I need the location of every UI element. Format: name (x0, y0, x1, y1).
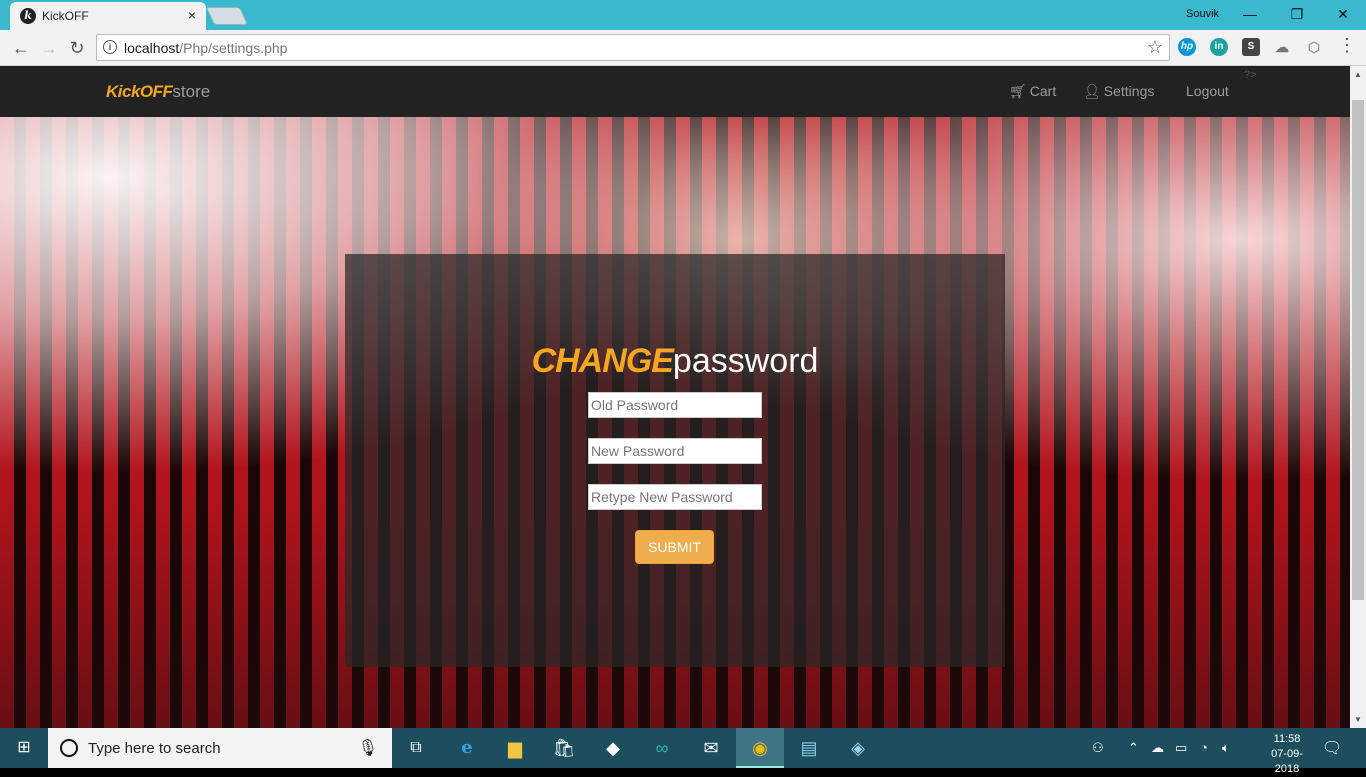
mail-icon[interactable]: ✉︎ (687, 728, 735, 768)
url-text: localhost/Php/settings.php (124, 40, 287, 56)
volume-icon[interactable]: 🔈︎ (1222, 740, 1230, 756)
title-light: password (672, 342, 819, 380)
arduino-icon[interactable]: ∞ (638, 728, 686, 768)
cortana-icon (60, 739, 78, 757)
brand-strong: KickOFF (106, 82, 173, 101)
microphone-icon[interactable]: 🎙︎ (358, 738, 378, 758)
url-path: /Php/settings.php (179, 40, 288, 56)
bookmark-star-icon[interactable]: ☆ (1147, 37, 1163, 58)
stray-php-text: ?> (1244, 69, 1257, 81)
browser-title-bar: k KickOFF × Souvik — ❐ ✕ (0, 0, 1366, 30)
panel-title: CHANGEpassword (345, 342, 1005, 381)
back-arrow-icon[interactable]: ← (10, 37, 32, 59)
tab-title: KickOFF (42, 9, 89, 23)
notification-icon[interactable]: 🗨︎ (1322, 738, 1342, 758)
s-extension-icon[interactable]: S (1242, 38, 1260, 56)
store-icon[interactable]: 🛍︎ (540, 728, 588, 768)
address-bar[interactable]: i localhost/Php/settings.php ☆ (96, 34, 1170, 61)
notepad-icon[interactable]: ▤ (785, 728, 833, 768)
nav-logout[interactable]: Logout (1186, 83, 1229, 99)
taskbar-search[interactable]: Type here to search 🎙︎ (48, 728, 392, 768)
onedrive-icon[interactable]: ☁ (1151, 740, 1164, 756)
chrome-icon[interactable]: ◉ (736, 728, 784, 768)
user-icon: 👤︎ (1083, 83, 1101, 99)
nav-settings[interactable]: 👤︎ Settings (1083, 83, 1154, 100)
title-strong: CHANGE (531, 342, 674, 380)
scroll-up-icon[interactable]: ▲ (1350, 66, 1366, 83)
cart-icon: 🛒︎ (1009, 83, 1027, 99)
old-password-field[interactable] (588, 392, 762, 418)
info-icon[interactable]: i (103, 40, 117, 54)
retype-password-field[interactable] (588, 484, 762, 510)
change-password-panel: CHANGEpassword SUBMIT (345, 254, 1005, 667)
new-password-field[interactable] (588, 438, 762, 464)
forward-arrow-icon[interactable]: → (38, 37, 60, 59)
browser-toolbar: ← → ↻ i localhost/Php/settings.php ☆ hp … (0, 30, 1366, 66)
hp-icon[interactable]: hp (1178, 38, 1196, 56)
taskbar-search-text: Type here to search (88, 740, 221, 757)
site-navbar: KickOFFstore 🛒︎ Cart 👤︎ Settings Logout ?> (0, 66, 1350, 117)
cube-extension-icon[interactable]: ⬡ (1305, 38, 1323, 56)
clock-time: 11:58 (1273, 733, 1301, 745)
nav-logout-label: Logout (1186, 83, 1229, 99)
linkedin-extension-icon[interactable]: in (1210, 38, 1228, 56)
minimize-icon[interactable]: — (1238, 4, 1262, 24)
brand-logo[interactable]: KickOFFstore (106, 82, 210, 102)
browser-tab[interactable]: k KickOFF × (10, 2, 206, 30)
scroll-thumb[interactable] (1352, 100, 1364, 600)
wifi-icon[interactable]: ◔ (1200, 740, 1208, 755)
windows-start-icon[interactable]: ⊞ (0, 728, 48, 768)
nav-settings-label: Settings (1103, 83, 1155, 99)
new-tab-button[interactable] (205, 7, 249, 25)
submit-button[interactable]: SUBMIT (635, 530, 714, 564)
page-scrollbar[interactable]: ▲ ▼ (1350, 66, 1366, 728)
reload-icon[interactable]: ↻ (66, 37, 88, 59)
brand-light: store (172, 82, 211, 101)
url-host: localhost (124, 40, 180, 56)
cube-app-icon[interactable]: ◈ (834, 728, 882, 768)
taskbar-clock[interactable]: 11:58 07-09-2018 (1262, 732, 1312, 777)
nav-cart-label: Cart (1029, 83, 1057, 99)
nav-cart[interactable]: 🛒︎ Cart (1009, 83, 1056, 100)
clock-date: 07-09-2018 (1271, 748, 1303, 775)
task-view-icon[interactable]: ⧉ (392, 728, 440, 768)
scroll-down-icon[interactable]: ▼ (1350, 711, 1366, 728)
edge-icon[interactable]: e (443, 728, 491, 768)
dropbox-icon[interactable]: ◆ (589, 728, 637, 768)
chevron-up-icon[interactable]: ⌃ (1128, 740, 1139, 756)
file-explorer-icon[interactable]: ▆ (491, 728, 539, 768)
people-icon[interactable]: ⚇ (1092, 740, 1104, 756)
page-viewport: KickOFFstore 🛒︎ Cart 👤︎ Settings Logout ?>… (0, 66, 1366, 728)
close-window-icon[interactable]: ✕ (1331, 4, 1355, 24)
tab-close-icon[interactable]: × (188, 7, 196, 23)
battery-icon[interactable]: ▭ (1175, 740, 1187, 756)
kickoff-favicon-icon: k (20, 8, 36, 24)
restore-icon[interactable]: ❐ (1285, 4, 1309, 24)
windows-taskbar: ⊞ Type here to search 🎙︎ ⧉ e ▆ 🛍︎ ◆ ∞ ✉︎… (0, 728, 1366, 775)
browser-menu-icon[interactable]: ⋮ (1338, 35, 1356, 56)
profile-name[interactable]: Souvik (1186, 8, 1219, 20)
cloud-extension-icon[interactable]: ☁ (1273, 38, 1291, 56)
